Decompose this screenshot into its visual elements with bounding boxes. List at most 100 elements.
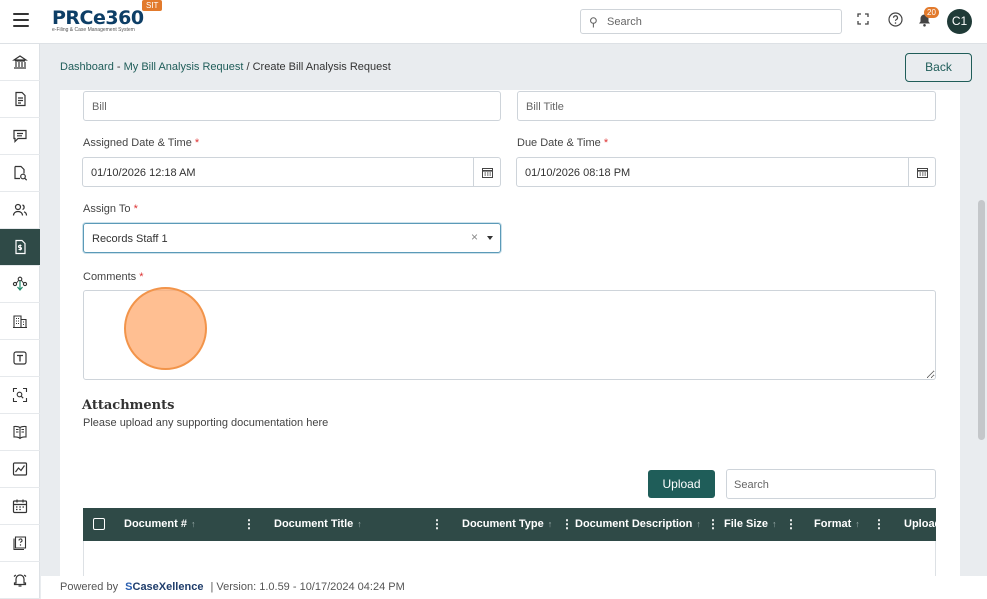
- column-menu-icon[interactable]: ⋮: [561, 517, 573, 531]
- text-box-icon: [13, 351, 27, 365]
- sidebar-item-alerts[interactable]: [0, 562, 40, 599]
- chart-icon: [12, 462, 28, 476]
- column-header-file-size[interactable]: File Size ↑: [724, 518, 777, 530]
- brand-name: CaseXellence: [132, 581, 204, 593]
- version-text: | Version: 1.0.59 - 10/17/2024 04:24 PM: [210, 581, 405, 593]
- book-icon: [13, 425, 27, 440]
- due-date-field[interactable]: [516, 157, 936, 187]
- casexellence-logo-icon: S: [125, 581, 133, 593]
- attachments-table-body: [83, 541, 936, 576]
- due-date-label: Due Date & Time *: [517, 137, 609, 149]
- sort-arrow-icon[interactable]: ↑: [696, 519, 701, 529]
- upload-button[interactable]: Upload: [648, 470, 715, 498]
- breadcrumb-bar: Dashboard - My Bill Analysis Request / C…: [41, 45, 987, 90]
- sidebar: [0, 44, 40, 599]
- sidebar-item-workflow[interactable]: [0, 266, 40, 303]
- help-icon[interactable]: [888, 12, 903, 30]
- comment-icon: [13, 129, 27, 143]
- column-header-upload[interactable]: Upload: [904, 518, 936, 530]
- column-header-document-number[interactable]: Document # ↑: [124, 518, 195, 530]
- logo-text: PRCe360: [52, 7, 144, 29]
- chevron-down-icon[interactable]: [487, 236, 493, 240]
- bill-field[interactable]: [83, 91, 501, 121]
- assigned-date-input[interactable]: [91, 164, 461, 181]
- sidebar-item-search-docs[interactable]: [0, 155, 40, 192]
- table-search[interactable]: [726, 469, 936, 499]
- global-search-input[interactable]: [607, 13, 835, 31]
- column-header-format[interactable]: Format ↑: [814, 518, 860, 530]
- breadcrumb-separator: /: [243, 61, 253, 73]
- global-search[interactable]: ⚲: [580, 9, 842, 34]
- bill-input[interactable]: [92, 98, 492, 115]
- sidebar-item-users[interactable]: [0, 192, 40, 229]
- attachments-table-header: Document # ↑ ⋮ Document Title ↑ ⋮ Document…: [83, 508, 936, 541]
- back-button[interactable]: Back: [905, 53, 972, 82]
- column-menu-icon[interactable]: ⋮: [431, 517, 443, 531]
- breadcrumb: Dashboard - My Bill Analysis Request / C…: [60, 61, 391, 73]
- help-book-icon: [13, 536, 27, 551]
- sort-arrow-icon[interactable]: ↑: [855, 519, 860, 529]
- sidebar-item-home[interactable]: [0, 44, 40, 81]
- assign-to-label: Assign To *: [83, 203, 138, 215]
- fullscreen-icon[interactable]: [857, 12, 869, 28]
- due-date-input[interactable]: [525, 164, 895, 181]
- table-search-input[interactable]: [734, 476, 924, 493]
- attachments-subtitle: Please upload any supporting documentati…: [83, 417, 329, 429]
- due-calendar-button[interactable]: [908, 158, 935, 186]
- sort-arrow-icon[interactable]: ↑: [772, 519, 777, 529]
- column-menu-icon[interactable]: ⋮: [785, 517, 797, 531]
- sort-arrow-icon[interactable]: ↑: [548, 519, 553, 529]
- breadcrumb-my-bill-analysis-link[interactable]: My Bill Analysis Request: [124, 61, 244, 73]
- calendar-icon: [916, 167, 928, 178]
- comments-textarea[interactable]: [83, 290, 936, 380]
- select-all-checkbox[interactable]: [93, 518, 105, 530]
- column-menu-icon[interactable]: ⋮: [243, 517, 255, 531]
- sidebar-item-reports[interactable]: [0, 451, 40, 488]
- assign-to-value[interactable]: [92, 230, 452, 247]
- sidebar-item-scan[interactable]: [0, 377, 40, 414]
- users-icon: [12, 203, 28, 216]
- column-header-document-description[interactable]: Document Description ↑: [575, 518, 701, 530]
- sidebar-item-help[interactable]: [0, 525, 40, 562]
- attachments-title: Attachments: [82, 398, 175, 413]
- column-header-document-type[interactable]: Document Type ↑: [462, 518, 552, 530]
- assign-to-select[interactable]: ×: [83, 223, 501, 253]
- sidebar-item-library[interactable]: [0, 414, 40, 451]
- column-menu-icon[interactable]: ⋮: [707, 517, 719, 531]
- bill-title-input[interactable]: [526, 98, 926, 115]
- breadcrumb-separator: -: [113, 61, 124, 73]
- bank-icon: [12, 55, 28, 69]
- column-header-document-title[interactable]: Document Title ↑: [274, 518, 362, 530]
- assigned-calendar-button[interactable]: [473, 158, 500, 186]
- document-icon: [15, 91, 26, 107]
- clear-selection-icon[interactable]: ×: [471, 230, 478, 244]
- search-icon: ⚲: [589, 15, 598, 29]
- sidebar-item-calendar[interactable]: [0, 488, 40, 525]
- scan-search-icon: [12, 387, 28, 403]
- calendar-icon: [481, 167, 493, 178]
- powered-by-text: Powered by: [60, 581, 119, 593]
- sidebar-item-organizations[interactable]: [0, 303, 40, 340]
- breadcrumb-current: Create Bill Analysis Request: [252, 61, 391, 73]
- sidebar-item-templates[interactable]: [0, 340, 40, 377]
- calendar-icon: [12, 499, 28, 514]
- sort-arrow-icon[interactable]: ↑: [191, 519, 196, 529]
- page-scrollbar[interactable]: [978, 200, 985, 440]
- form-card: Assigned Date & Time * Due Date & Time *…: [60, 90, 960, 576]
- assigned-date-label: Assigned Date & Time *: [83, 137, 200, 149]
- bill-title-field[interactable]: [517, 91, 936, 121]
- hierarchy-icon: [12, 276, 28, 291]
- bill-dollar-icon: [15, 239, 26, 255]
- sidebar-item-documents[interactable]: [0, 81, 40, 118]
- sidebar-item-bill-analysis[interactable]: [0, 229, 40, 266]
- sort-arrow-icon[interactable]: ↑: [357, 519, 362, 529]
- logo-subtitle: e-Filing & Case Management System: [52, 27, 135, 33]
- assigned-date-field[interactable]: [82, 157, 501, 187]
- top-bar: PRCe360 e-Filing & Case Management Syste…: [0, 0, 987, 44]
- breadcrumb-dashboard-link[interactable]: Dashboard: [60, 61, 114, 73]
- column-menu-icon[interactable]: ⋮: [873, 517, 885, 531]
- user-avatar[interactable]: C1: [947, 9, 972, 34]
- sidebar-item-comments[interactable]: [0, 118, 40, 155]
- hamburger-menu-icon[interactable]: [13, 13, 29, 29]
- app-logo[interactable]: PRCe360 e-Filing & Case Management Syste…: [52, 7, 144, 33]
